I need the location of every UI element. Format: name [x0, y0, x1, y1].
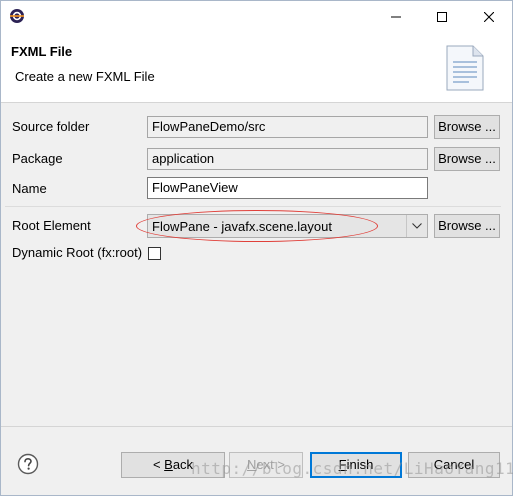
maximize-icon — [437, 11, 447, 22]
dynamic-root-label: Dynamic Root (fx:root) — [12, 245, 143, 260]
watermark-text: http://blog.csdn.net/LiHaoYang11 — [191, 459, 513, 478]
minimize-icon — [391, 16, 401, 17]
package-browse-button[interactable]: Browse ... — [434, 147, 500, 171]
minimize-button[interactable] — [373, 1, 419, 32]
source-folder-field[interactable]: FlowPaneDemo/src — [147, 116, 428, 138]
dialog-window: FXML File Create a new FXML File Source … — [0, 0, 513, 496]
dynamic-root-checkbox[interactable] — [148, 247, 161, 260]
title-bar — [1, 1, 512, 32]
root-element-select[interactable]: FlowPane - javafx.scene.layout — [147, 214, 428, 238]
wizard-title: FXML File — [11, 44, 73, 59]
help-icon[interactable] — [17, 453, 39, 475]
chevron-down-icon — [406, 215, 427, 237]
back-prefix: < — [152, 457, 165, 472]
package-label: Package — [12, 151, 63, 166]
close-icon — [484, 11, 494, 22]
name-label: Name — [12, 181, 47, 196]
root-element-browse-button[interactable]: Browse ... — [434, 214, 500, 238]
package-field[interactable]: application — [147, 148, 428, 170]
wizard-subtitle: Create a new FXML File — [15, 69, 155, 84]
close-button[interactable] — [466, 1, 512, 32]
new-file-wizard-icon — [439, 42, 491, 94]
form-divider — [5, 206, 501, 207]
root-element-value: FlowPane - javafx.scene.layout — [152, 219, 332, 234]
eclipse-icon — [9, 8, 25, 24]
source-folder-browse-button[interactable]: Browse ... — [434, 115, 500, 139]
maximize-button[interactable] — [419, 1, 465, 32]
back-mnemonic: B — [164, 457, 173, 472]
root-element-label: Root Element — [12, 218, 91, 233]
name-field[interactable]: FlowPaneView — [147, 177, 428, 199]
wizard-header: FXML File Create a new FXML File — [1, 32, 512, 102]
source-folder-label: Source folder — [12, 119, 90, 134]
